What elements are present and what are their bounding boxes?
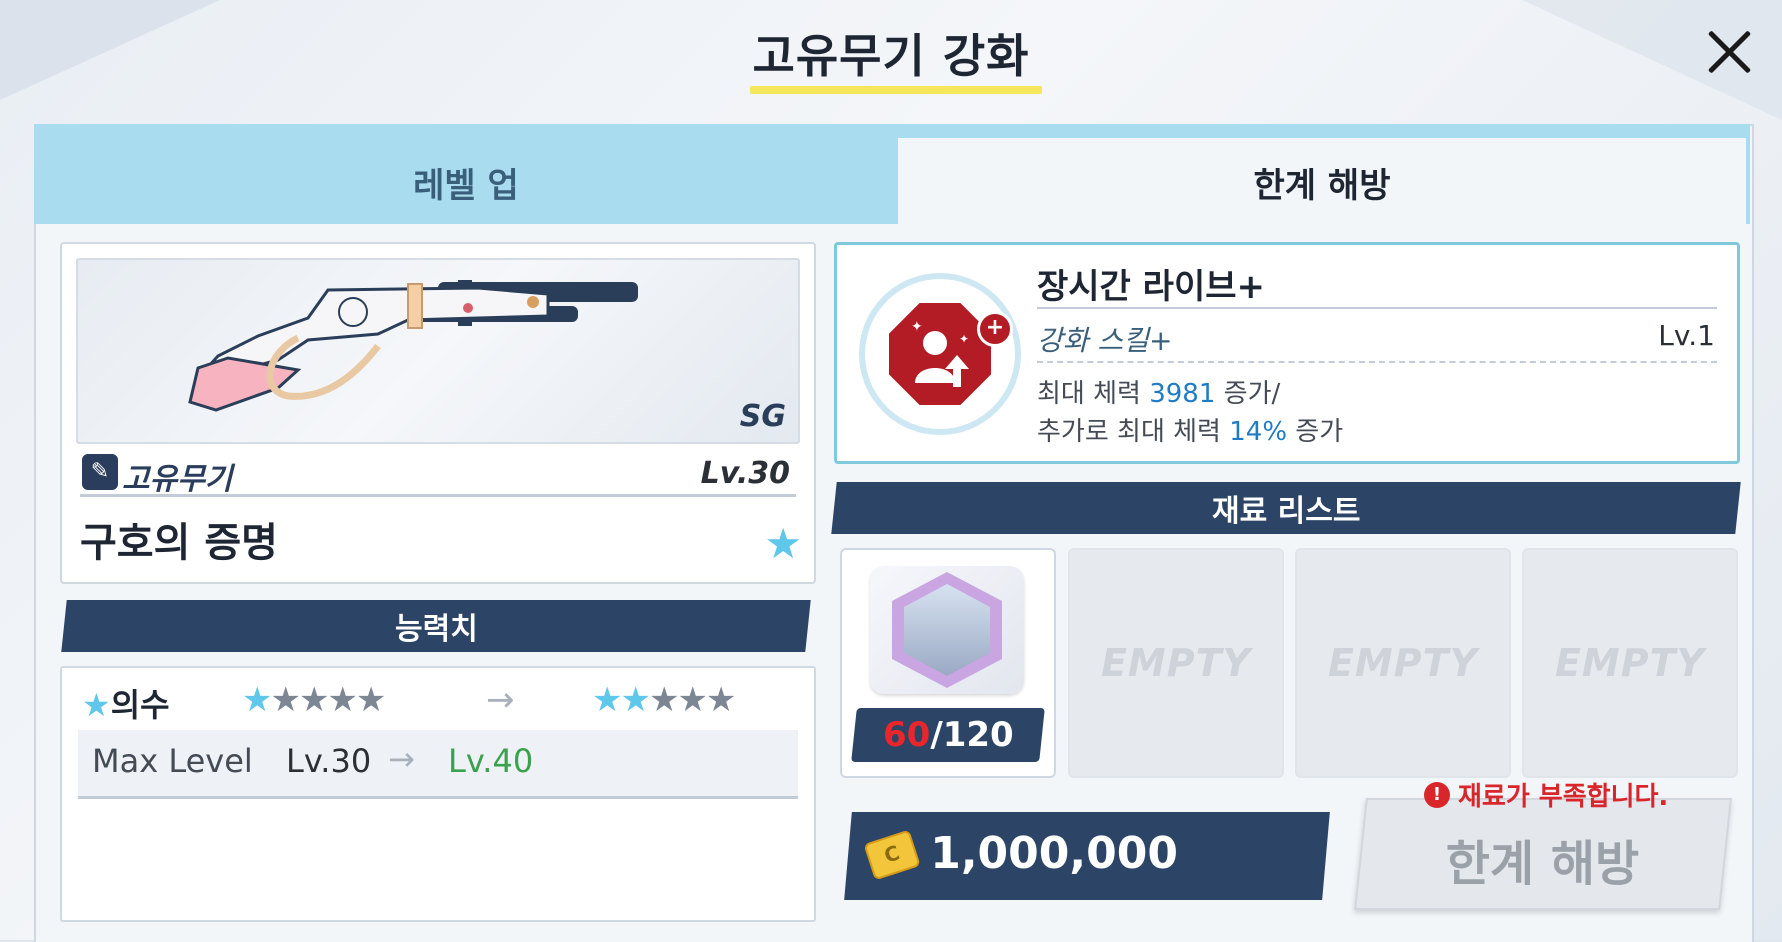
rank-to-stars: ★★★★★ xyxy=(592,680,736,720)
close-icon[interactable] xyxy=(1700,22,1760,82)
skill-description-line1: 최대 체력 3981 증가/ xyxy=(1037,379,1281,409)
star-icon: ★ xyxy=(764,519,802,568)
material-slot-empty: EMPTY xyxy=(1295,548,1511,778)
weapon-type-label: SG xyxy=(739,399,786,434)
star-icon: ★ xyxy=(82,686,111,724)
material-slot[interactable]: 60/120 xyxy=(840,548,1056,778)
rank-label: ★의수 xyxy=(82,686,170,724)
stats-banner-label: 능력치 xyxy=(394,612,478,647)
unique-weapon-icon: ✎ xyxy=(82,454,118,490)
divider xyxy=(1037,307,1717,309)
skill-icon-frame: ✦ ✦ + xyxy=(859,273,1021,435)
svg-text:✦: ✦ xyxy=(959,332,969,346)
warning-message: ! 재료가 부족합니다. xyxy=(1424,776,1668,813)
stats-banner: 능력치 xyxy=(61,600,811,652)
rank-row: ★의수 ★★★★★ → ★★★★★ xyxy=(62,668,814,730)
page-title: 고유무기 강화 xyxy=(752,29,1030,83)
materials-banner-label: 재료 리스트 xyxy=(1211,494,1361,529)
weapon-level: Lv.30 xyxy=(700,456,790,491)
arrow-right-icon: → xyxy=(388,740,415,778)
shotgun-icon xyxy=(188,280,638,412)
svg-text:✦: ✦ xyxy=(911,319,923,335)
stats-box: ★의수 ★★★★★ → ★★★★★ Max Level Lv.30 → Lv.4… xyxy=(60,666,816,922)
material-count: 60/120 xyxy=(851,708,1045,762)
tab-bar: 레벨 업 한계 해방 xyxy=(34,124,1750,226)
max-level-to: Lv.40 xyxy=(448,742,534,780)
title-underline xyxy=(750,86,1042,94)
materials-banner: 재료 리스트 xyxy=(831,482,1741,534)
cost-bar: C 1,000,000 xyxy=(844,812,1330,900)
limit-break-button[interactable]: 한계 해방 xyxy=(1354,798,1732,910)
tab-level-up[interactable]: 레벨 업 xyxy=(34,138,898,226)
skill-title: 장시간 라이브+ xyxy=(1037,267,1266,307)
skill-description-line2: 추가로 최대 체력 14% 증가 xyxy=(1037,417,1344,447)
cost-value: 1,000,000 xyxy=(930,828,1178,879)
max-level-label: Max Level xyxy=(92,742,253,780)
material-item-icon xyxy=(870,566,1024,694)
material-slot-empty: EMPTY xyxy=(1522,548,1738,778)
weapon-card: SG ✎ 고유무기 Lv.30 구호의 증명 ★ xyxy=(60,242,816,584)
max-level-row: Max Level Lv.30 → Lv.40 xyxy=(78,730,798,799)
max-level-from: Lv.30 xyxy=(286,742,372,780)
rank-from-stars: ★★★★★ xyxy=(242,680,386,720)
weapon-category: 고유무기 xyxy=(122,462,233,497)
info-icon: ! xyxy=(1424,781,1450,808)
skill-subtitle: 강화 스킬+ xyxy=(1037,324,1173,357)
skill-card: ✦ ✦ + 장시간 라이브+ 강화 스킬+ Lv.1 최대 체력 3981 증가… xyxy=(834,242,1740,464)
credit-card-icon: C xyxy=(863,829,921,881)
tab-limit-break[interactable]: 한계 해방 xyxy=(898,138,1746,226)
weapon-name: 구호의 증명 xyxy=(80,520,278,566)
skill-level: Lv.1 xyxy=(1658,319,1715,352)
material-slot-empty: EMPTY xyxy=(1068,548,1284,778)
weapon-image: SG xyxy=(76,258,800,444)
weapon-info-row: ✎ 고유무기 Lv.30 xyxy=(80,452,796,497)
arrow-right-icon: → xyxy=(486,680,515,720)
skill-icon: ✦ ✦ xyxy=(889,303,991,405)
divider xyxy=(1037,361,1717,363)
plus-icon: + xyxy=(977,311,1013,347)
